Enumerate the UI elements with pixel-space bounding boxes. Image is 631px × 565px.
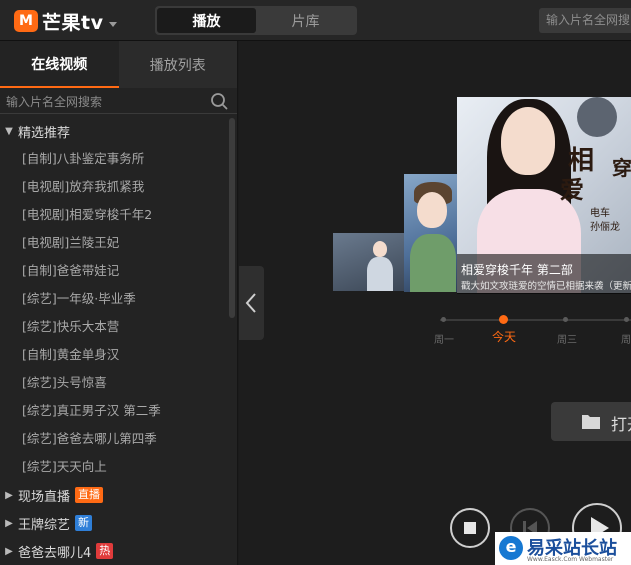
group-label: 王牌综艺 bbox=[18, 517, 71, 533]
featured-description: 戳大如文攻琏爱的空情已相据来袭（更新至 bbox=[461, 281, 631, 292]
chevron-right-icon: ▶ bbox=[5, 489, 13, 501]
chevron-right-icon: ▶ bbox=[5, 517, 13, 529]
top-bar: 芒果tv 播放 片库 输入片名全网搜 bbox=[0, 0, 631, 41]
list-item[interactable]: [电视剧]兰陵王妃 bbox=[22, 229, 119, 257]
timeline-day-active[interactable]: 今天 bbox=[492, 328, 516, 345]
list-item[interactable]: [电视剧]相爱穿梭千年2 bbox=[22, 201, 152, 229]
folder-icon bbox=[582, 415, 600, 429]
stop-button[interactable] bbox=[450, 508, 490, 548]
poster-decoration bbox=[577, 97, 617, 137]
list-item[interactable]: [自制]黄金单身汉 bbox=[22, 341, 119, 369]
list-item[interactable]: [综艺]快乐大本营 bbox=[22, 313, 119, 341]
chevron-left-icon bbox=[245, 293, 256, 313]
timeline-dot[interactable] bbox=[441, 317, 446, 322]
timeline-day[interactable]: 周三 bbox=[557, 331, 577, 346]
poster-small[interactable] bbox=[333, 233, 405, 291]
timeline-day[interactable]: 周 bbox=[621, 331, 631, 346]
stop-icon bbox=[464, 522, 476, 534]
poster-figure-body bbox=[410, 234, 456, 292]
timeline-day[interactable]: 周一 bbox=[434, 331, 454, 346]
top-search-input[interactable]: 输入片名全网搜 bbox=[539, 8, 631, 33]
app-logo[interactable]: 芒果tv bbox=[14, 9, 118, 34]
search-icon[interactable] bbox=[210, 92, 228, 110]
poster-mid[interactable] bbox=[404, 174, 460, 292]
group-label: 爸爸去哪儿4 bbox=[18, 545, 92, 561]
chevron-right-icon: ▶ bbox=[5, 545, 13, 557]
open-file-label: 打开 bbox=[611, 415, 631, 434]
list-item[interactable]: [综艺]真正男子汉 第二季 bbox=[22, 397, 161, 425]
chevron-down-icon: ▼ bbox=[5, 125, 13, 137]
sidebar-search-input[interactable]: 输入片名全网搜索 bbox=[6, 93, 102, 110]
chevron-down-icon[interactable] bbox=[109, 21, 118, 27]
list-item[interactable]: [综艺]天天向上 bbox=[22, 453, 107, 481]
poster-figure bbox=[417, 192, 447, 228]
poster-figure bbox=[373, 241, 387, 257]
list-item[interactable]: [综艺]爸爸去哪儿第四季 bbox=[22, 425, 157, 453]
timeline-dot-active[interactable] bbox=[499, 315, 508, 324]
list-item[interactable]: [自制]八卦鉴定事务所 bbox=[22, 145, 144, 173]
logo-text: 芒果tv bbox=[42, 11, 104, 34]
sidebar-tabs: 在线视频 播放列表 bbox=[0, 41, 237, 88]
tab-library[interactable]: 片库 bbox=[256, 8, 355, 33]
watermark: 易采站长站 Www.Easck.Com Webmaster bbox=[495, 532, 631, 565]
tab-online-video[interactable]: 在线视频 bbox=[0, 41, 119, 88]
channel-tree: ▼ 精选推荐 [自制]八卦鉴定事务所 [电视剧]放弃我抓紧我 [电视剧]相爱穿梭… bbox=[0, 114, 237, 565]
watermark-url: Www.Easck.Com Webmaster bbox=[527, 556, 614, 563]
group-live[interactable]: ▶ 现场直播 直播 bbox=[0, 481, 104, 509]
featured-title[interactable]: 相爱穿梭千年 第二部 bbox=[461, 261, 573, 278]
list-item[interactable]: [自制]爸爸带娃记 bbox=[22, 257, 119, 285]
timeline-dot[interactable] bbox=[563, 317, 568, 322]
open-file-button[interactable]: 打开 bbox=[551, 402, 631, 441]
sidebar-search[interactable]: 输入片名全网搜索 bbox=[0, 88, 237, 114]
group-label: 现场直播 bbox=[18, 489, 71, 505]
list-item[interactable]: [电视剧]放弃我抓紧我 bbox=[22, 173, 144, 201]
collapse-sidebar-button[interactable] bbox=[239, 266, 264, 340]
list-item[interactable]: [综艺]一年级·毕业季 bbox=[22, 285, 136, 313]
sidebar: 在线视频 播放列表 输入片名全网搜索 ▼ 精选推荐 [自制]八卦鉴定事务所 [电… bbox=[0, 41, 238, 565]
group-featured[interactable]: ▼ 精选推荐 bbox=[0, 117, 70, 145]
list-item[interactable]: [综艺]头号惊喜 bbox=[22, 369, 107, 397]
group-dad-where[interactable]: ▶ 爸爸去哪儿4 热 bbox=[0, 537, 114, 565]
sidebar-scrollbar[interactable] bbox=[229, 118, 235, 318]
hot-badge: 热 bbox=[96, 543, 114, 559]
live-badge: 直播 bbox=[75, 487, 104, 503]
poster-figure-body bbox=[367, 257, 393, 291]
poster-title-art: 相 爱 穿 电车 孙俪龙 bbox=[560, 146, 631, 233]
schedule-timeline bbox=[440, 319, 631, 321]
watermark-logo-icon bbox=[499, 536, 523, 560]
new-badge: 新 bbox=[75, 515, 93, 531]
mango-logo-icon bbox=[14, 10, 38, 32]
group-label: 精选推荐 bbox=[18, 125, 71, 141]
tab-playlist[interactable]: 播放列表 bbox=[118, 41, 237, 88]
tab-play[interactable]: 播放 bbox=[157, 8, 256, 33]
mode-switch: 播放 片库 bbox=[155, 6, 357, 35]
poster-figure bbox=[501, 107, 555, 175]
group-variety[interactable]: ▶ 王牌综艺 新 bbox=[0, 509, 93, 537]
timeline-dot[interactable] bbox=[624, 317, 629, 322]
